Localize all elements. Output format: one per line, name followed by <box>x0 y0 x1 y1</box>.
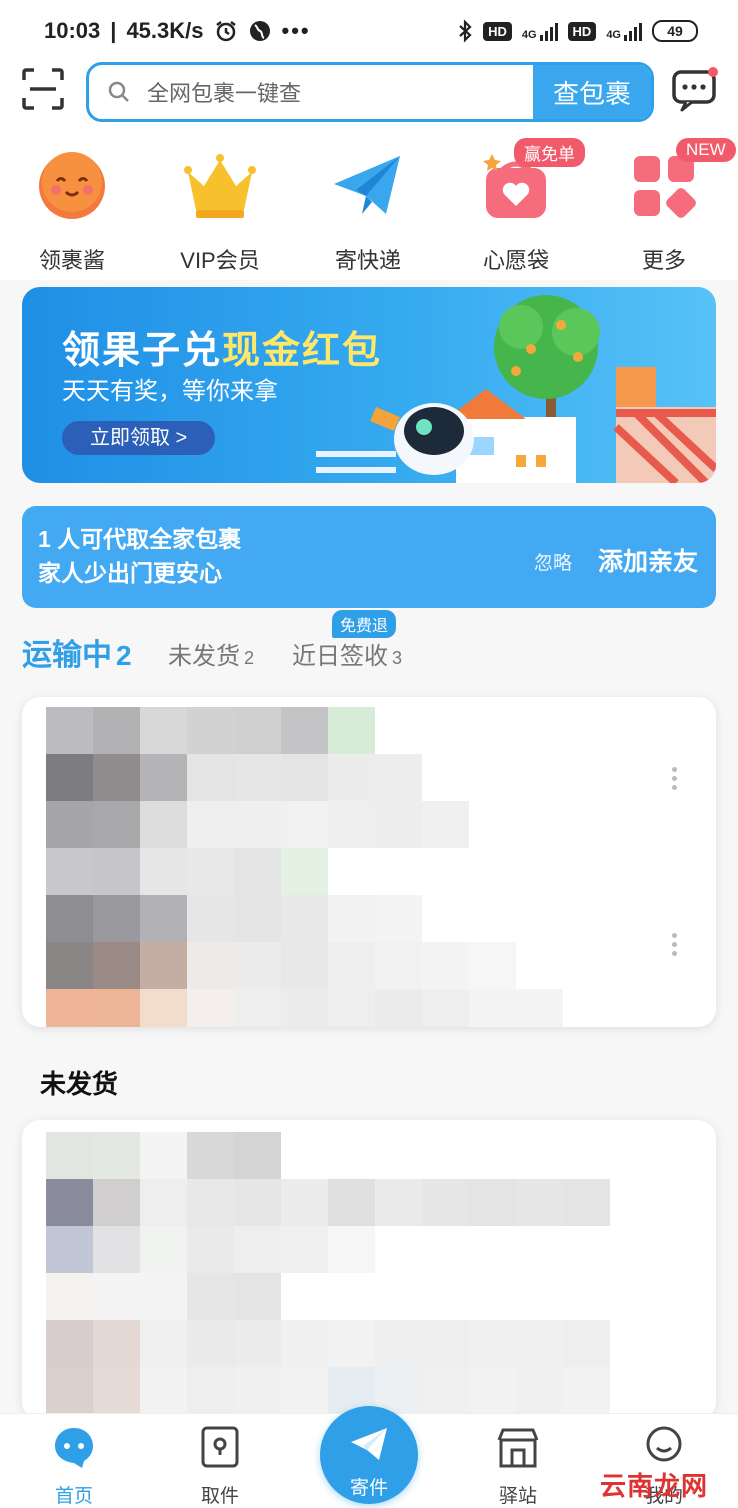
signal-2: 4G <box>606 21 642 41</box>
win-free-badge: 赢免单 <box>514 138 585 167</box>
profile-icon <box>646 1426 682 1462</box>
mascot-icon <box>39 152 105 219</box>
nav-label: 驿站 <box>498 1486 537 1507</box>
quick-item-label: 心愿袋 <box>482 248 549 273</box>
banner-cta-button[interactable]: 立即领取 > <box>62 421 216 455</box>
free-return-badge: 免费退 <box>332 610 397 638</box>
quick-item-label: 寄快递 <box>334 248 401 273</box>
quick-menu: 领裹酱 VIP会员 寄快递 赢免单 心愿袋 NEW 更多 <box>0 130 738 280</box>
quick-item-wish-bag[interactable]: 赢免单 心愿袋 <box>456 138 585 275</box>
quick-item-mascot[interactable]: 领裹酱 <box>12 148 132 275</box>
promo-banner[interactable]: 领果子兑现金红包 天天有奖，等你来拿 立即领取 > <box>22 287 716 483</box>
add-family-button[interactable]: 添加亲友 <box>598 542 698 578</box>
watermark: 云南龙网 <box>600 1471 709 1501</box>
top-header: 全网包裹一键查 查包裹 <box>0 62 738 130</box>
bluetooth-icon <box>459 19 472 43</box>
more-vertical-icon[interactable] <box>672 933 678 956</box>
nav-home[interactable]: 首页 <box>24 1424 124 1508</box>
signal-1: 4G <box>522 21 558 41</box>
family-notice-line1: 1 人可代取全家包裹 <box>38 526 242 552</box>
banner-subtitle: 天天有奖，等你来拿 <box>62 378 278 405</box>
section-title-unshipped: 未发货 <box>40 1069 119 1099</box>
search-bar[interactable]: 全网包裹一键查 查包裹 <box>86 62 654 122</box>
quick-item-label: 更多 <box>641 248 686 273</box>
new-badge: NEW <box>676 138 736 162</box>
search-icon <box>108 81 129 102</box>
search-button[interactable]: 查包裹 <box>533 65 651 119</box>
nav-label: 寄件 <box>349 1478 388 1499</box>
nav-label: 首页 <box>54 1486 93 1507</box>
status-time: 10:03 <box>44 18 101 43</box>
crown-icon <box>184 154 256 218</box>
nav-send[interactable]: 寄件 <box>320 1406 418 1504</box>
blurred-package-content <box>46 1132 610 1414</box>
status-bar: 10:03 | 45.3K/s ••• HD 4G HD 4G 49 <box>0 0 738 62</box>
quick-item-vip[interactable]: VIP会员 <box>160 148 280 275</box>
paper-plane-icon <box>334 156 400 214</box>
ignore-button[interactable]: 忽略 <box>534 548 572 575</box>
search-input[interactable]: 全网包裹一键查 <box>147 76 533 108</box>
nav-pickup[interactable]: 取件 <box>170 1424 270 1508</box>
banner-illustration <box>316 295 716 483</box>
globe-icon <box>249 21 270 41</box>
paper-plane-icon <box>351 1428 387 1460</box>
battery-indicator: 49 <box>652 20 698 42</box>
tab-unshipped[interactable]: 未发货 2 <box>168 636 254 671</box>
home-mascot-icon <box>55 1428 93 1468</box>
status-net-speed: 45.3K/s <box>126 18 204 43</box>
hd-badge-2: HD <box>567 21 597 41</box>
blurred-package-content <box>46 707 563 1027</box>
more-vertical-icon[interactable] <box>672 767 678 790</box>
tab-in-transit[interactable]: 运输中 2 <box>22 630 132 674</box>
locker-icon <box>201 1426 239 1468</box>
package-card[interactable] <box>22 1120 716 1420</box>
quick-item-more[interactable]: NEW 更多 <box>604 138 736 275</box>
quick-item-send-express[interactable]: 寄快递 <box>308 148 428 275</box>
package-tabs: 免费退 运输中 2 未发货 2 近日签收 3 <box>22 610 722 680</box>
nav-station[interactable]: 驿站 <box>468 1424 568 1508</box>
family-pickup-notice: 1 人可代取全家包裹 家人少出门更安心 忽略 添加亲友 <box>22 506 716 608</box>
store-icon <box>497 1428 539 1468</box>
scan-icon[interactable] <box>22 68 64 110</box>
package-card[interactable] <box>22 697 716 1027</box>
hd-badge-1: HD <box>483 21 512 41</box>
alarm-icon <box>215 21 236 42</box>
family-notice-line2: 家人少出门更安心 <box>38 560 222 586</box>
quick-item-label: VIP会员 <box>180 248 260 273</box>
quick-item-label: 领裹酱 <box>38 248 105 273</box>
more-dots-icon: ••• <box>281 18 311 43</box>
message-icon[interactable] <box>672 66 718 112</box>
tab-recently-signed[interactable]: 近日签收 3 <box>292 636 402 671</box>
nav-label: 取件 <box>200 1486 239 1507</box>
